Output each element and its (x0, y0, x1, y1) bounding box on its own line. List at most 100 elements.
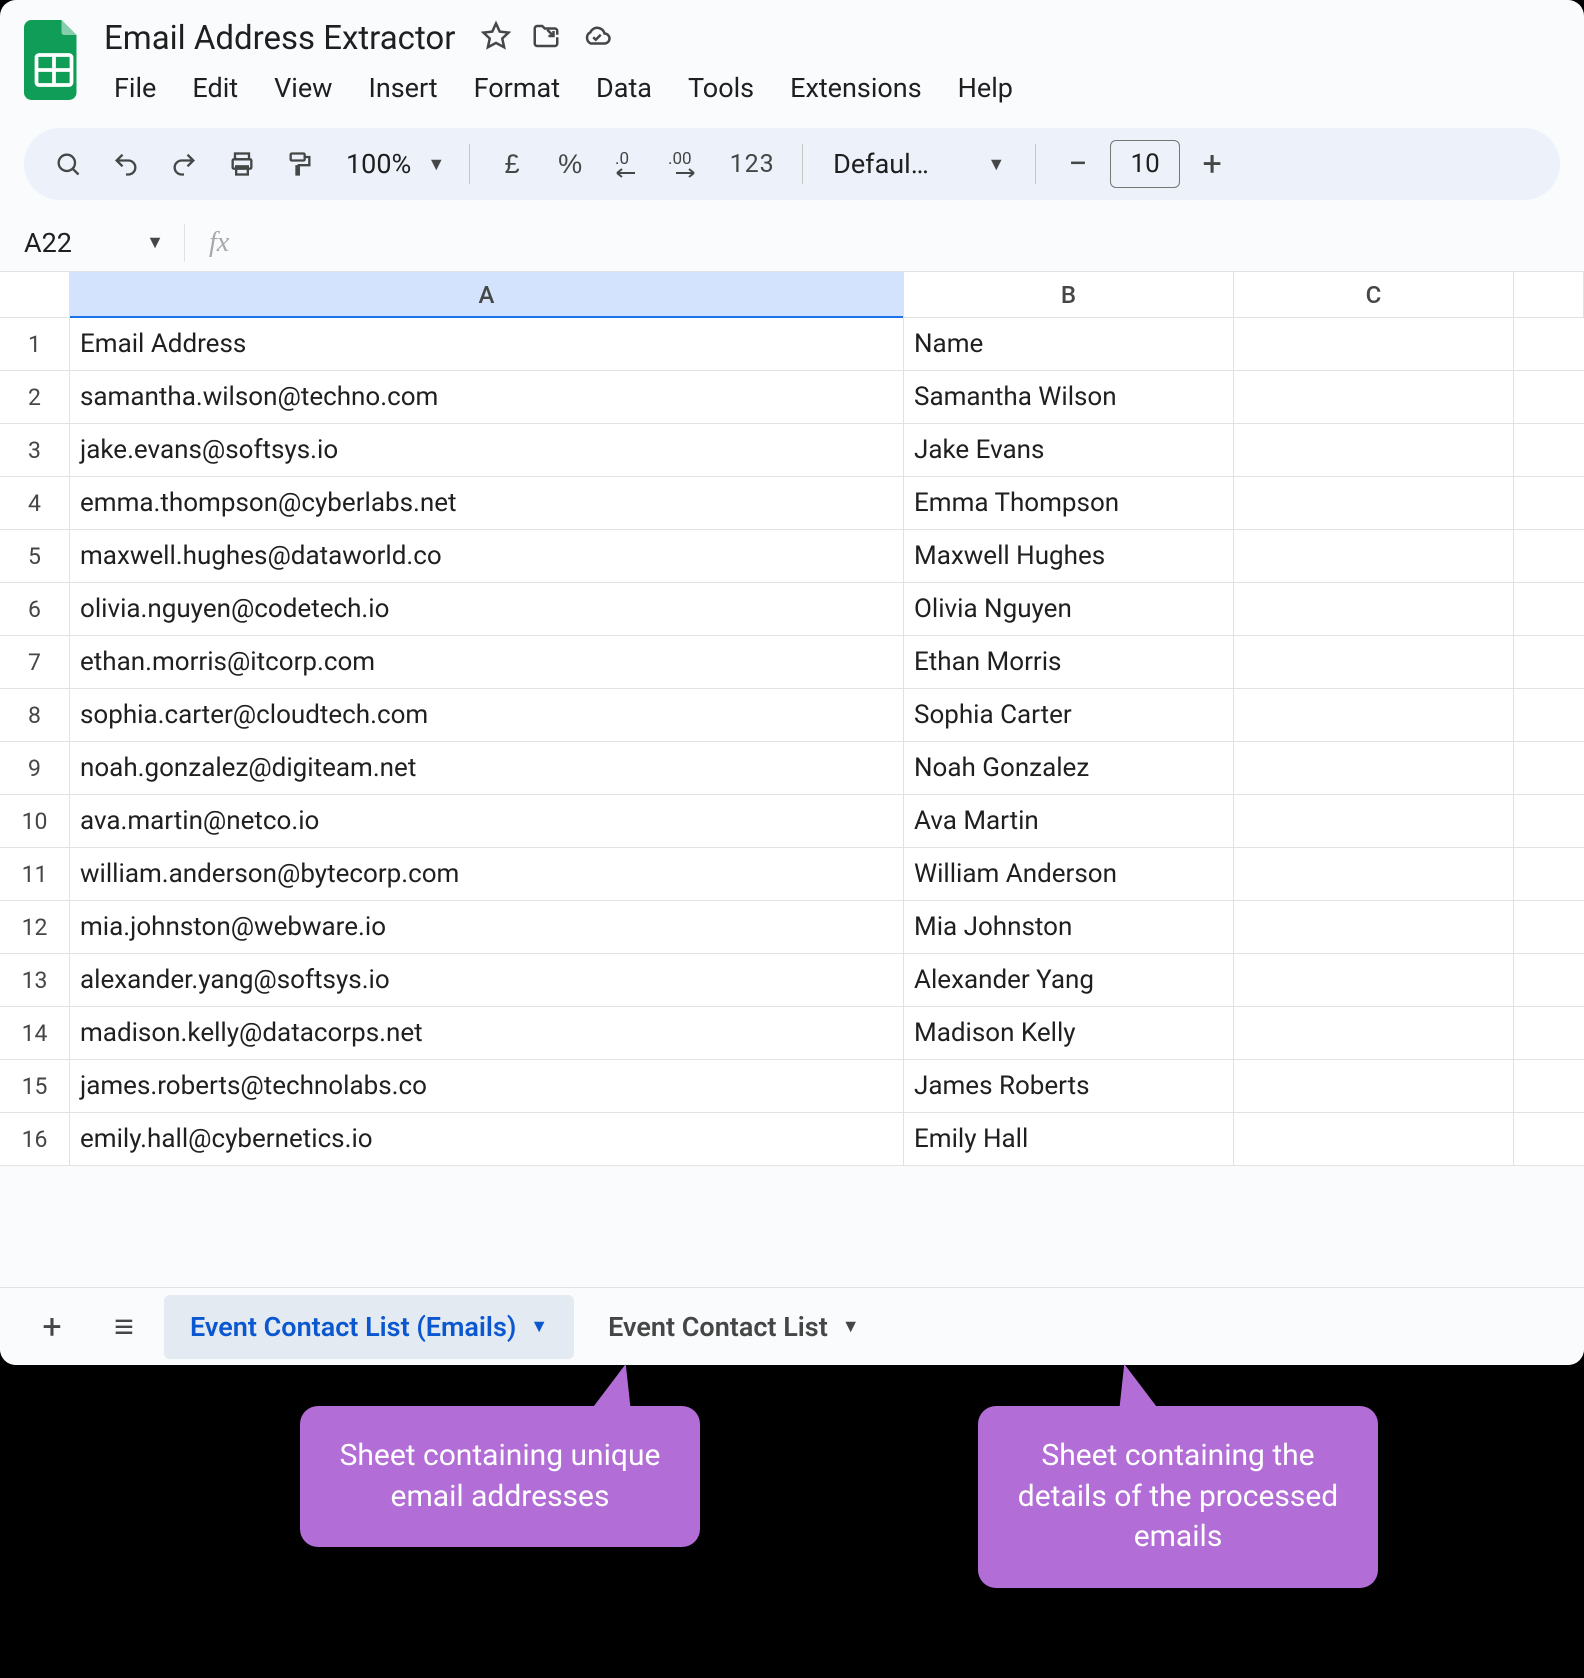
row-header[interactable]: 16 (0, 1113, 70, 1166)
document-title[interactable]: Email Address Extractor (98, 17, 461, 60)
row-header[interactable]: 8 (0, 689, 70, 742)
row-header[interactable]: 12 (0, 901, 70, 954)
cell[interactable] (1234, 424, 1514, 477)
cell[interactable]: Samantha Wilson (904, 371, 1234, 424)
cell[interactable]: Ethan Morris (904, 636, 1234, 689)
cell[interactable]: james.roberts@technolabs.co (70, 1060, 904, 1113)
cell[interactable]: maxwell.hughes@dataworld.co (70, 530, 904, 583)
cell[interactable] (1234, 848, 1514, 901)
row-header[interactable]: 4 (0, 477, 70, 530)
cell[interactable] (1514, 530, 1584, 583)
cell[interactable] (1514, 1007, 1584, 1060)
menu-tools[interactable]: Tools (672, 66, 770, 110)
sheet-tab-active[interactable]: Event Contact List (Emails) ▼ (164, 1295, 574, 1359)
cell[interactable]: Jake Evans (904, 424, 1234, 477)
currency-button[interactable]: £ (486, 138, 538, 190)
cell[interactable]: ava.martin@netco.io (70, 795, 904, 848)
select-all-corner[interactable] (0, 272, 70, 318)
cell[interactable] (1234, 477, 1514, 530)
sheet-tab[interactable]: Event Contact List ▼ (582, 1295, 885, 1359)
font-family-select[interactable]: Defaul… ▼ (819, 148, 1019, 180)
cell[interactable] (1514, 742, 1584, 795)
percent-button[interactable]: % (544, 138, 596, 190)
cell[interactable]: alexander.yang@softsys.io (70, 954, 904, 1007)
menu-file[interactable]: File (98, 66, 172, 110)
move-icon[interactable] (531, 21, 561, 55)
undo-icon[interactable] (100, 138, 152, 190)
cell[interactable]: Emily Hall (904, 1113, 1234, 1166)
row-header[interactable]: 3 (0, 424, 70, 477)
cell[interactable] (1514, 583, 1584, 636)
menu-format[interactable]: Format (458, 66, 576, 110)
cell[interactable] (1514, 1060, 1584, 1113)
row-header[interactable]: 5 (0, 530, 70, 583)
cell[interactable] (1514, 318, 1584, 371)
cell[interactable]: olivia.nguyen@codetech.io (70, 583, 904, 636)
cell[interactable]: Emma Thompson (904, 477, 1234, 530)
row-header[interactable]: 7 (0, 636, 70, 689)
column-header-c[interactable]: C (1234, 272, 1514, 318)
cell[interactable]: madison.kelly@datacorps.net (70, 1007, 904, 1060)
menu-insert[interactable]: Insert (352, 66, 453, 110)
cell[interactable] (1514, 636, 1584, 689)
cell[interactable]: William Anderson (904, 848, 1234, 901)
cell[interactable] (1514, 848, 1584, 901)
cell[interactable] (1514, 795, 1584, 848)
cell[interactable]: Name (904, 318, 1234, 371)
cell[interactable] (1234, 371, 1514, 424)
cell[interactable] (1234, 901, 1514, 954)
cell[interactable]: Madison Kelly (904, 1007, 1234, 1060)
print-icon[interactable] (216, 138, 268, 190)
cell[interactable] (1514, 371, 1584, 424)
cell[interactable]: Maxwell Hughes (904, 530, 1234, 583)
menu-view[interactable]: View (258, 66, 348, 110)
spreadsheet-grid[interactable]: ABC1Email AddressName2samantha.wilson@te… (0, 272, 1584, 1166)
menu-help[interactable]: Help (942, 66, 1029, 110)
cell[interactable]: jake.evans@softsys.io (70, 424, 904, 477)
cell[interactable] (1514, 477, 1584, 530)
cell[interactable] (1234, 1060, 1514, 1113)
decrease-decimal-button[interactable]: .0 (602, 138, 654, 190)
cell[interactable] (1514, 954, 1584, 1007)
cell[interactable]: Ava Martin (904, 795, 1234, 848)
row-header[interactable]: 14 (0, 1007, 70, 1060)
column-header-a[interactable]: A (70, 272, 904, 318)
cloud-status-icon[interactable] (581, 21, 613, 55)
increase-font-size-button[interactable]: + (1186, 138, 1238, 190)
cell[interactable]: Mia Johnston (904, 901, 1234, 954)
row-header[interactable]: 10 (0, 795, 70, 848)
row-header[interactable]: 1 (0, 318, 70, 371)
menu-data[interactable]: Data (580, 66, 668, 110)
all-sheets-button[interactable]: ≡ (92, 1297, 156, 1357)
cell[interactable] (1514, 901, 1584, 954)
cell[interactable] (1234, 954, 1514, 1007)
cell[interactable] (1234, 636, 1514, 689)
increase-decimal-button[interactable]: .00 (660, 138, 712, 190)
cell[interactable] (1234, 1113, 1514, 1166)
cell[interactable] (1234, 742, 1514, 795)
font-size-input[interactable]: 10 (1110, 140, 1180, 188)
decrease-font-size-button[interactable]: − (1052, 138, 1104, 190)
redo-icon[interactable] (158, 138, 210, 190)
cell[interactable]: James Roberts (904, 1060, 1234, 1113)
menu-edit[interactable]: Edit (176, 66, 254, 110)
zoom-select[interactable]: 100% ▼ (332, 148, 453, 180)
cell[interactable]: Email Address (70, 318, 904, 371)
cell[interactable]: william.anderson@bytecorp.com (70, 848, 904, 901)
row-header[interactable]: 13 (0, 954, 70, 1007)
cell[interactable]: ethan.morris@itcorp.com (70, 636, 904, 689)
number-format-button[interactable]: 123 (718, 138, 786, 190)
cell[interactable]: Noah Gonzalez (904, 742, 1234, 795)
cell[interactable]: mia.johnston@webware.io (70, 901, 904, 954)
cell[interactable]: Sophia Carter (904, 689, 1234, 742)
cell[interactable]: noah.gonzalez@digiteam.net (70, 742, 904, 795)
cell[interactable] (1234, 795, 1514, 848)
cell[interactable]: Alexander Yang (904, 954, 1234, 1007)
cell[interactable]: samantha.wilson@techno.com (70, 371, 904, 424)
row-header[interactable]: 9 (0, 742, 70, 795)
cell[interactable] (1514, 1113, 1584, 1166)
cell[interactable] (1234, 583, 1514, 636)
cell[interactable] (1514, 424, 1584, 477)
row-header[interactable]: 15 (0, 1060, 70, 1113)
cell[interactable] (1234, 318, 1514, 371)
